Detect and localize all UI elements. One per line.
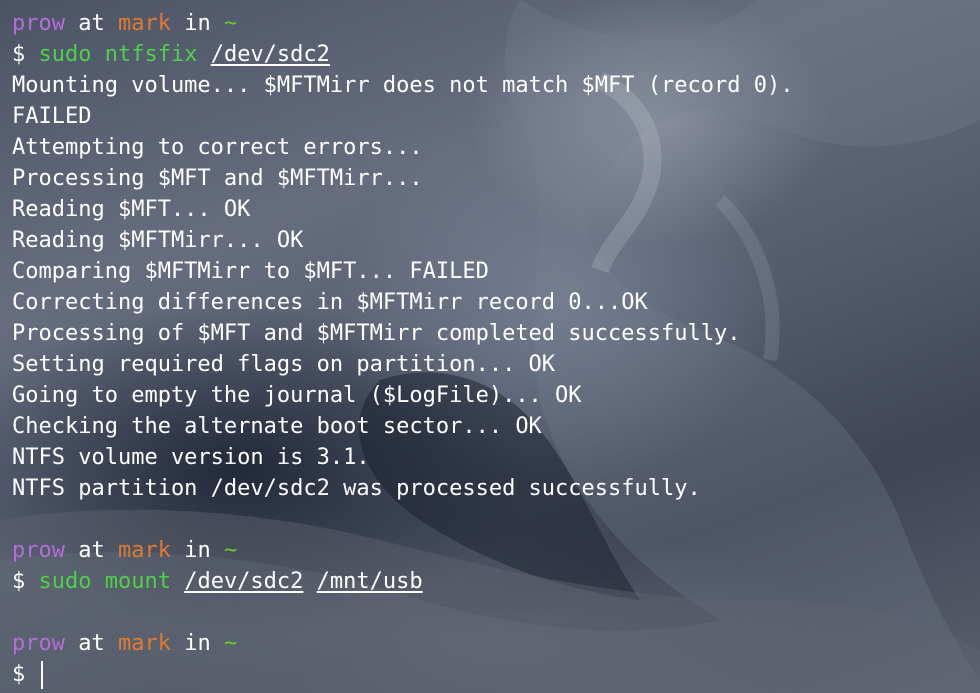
- prompt-user: prow: [12, 631, 65, 656]
- output-line: Comparing $MFTMirr to $MFT... FAILED: [12, 259, 489, 284]
- command-line: $ sudo mount /dev/sdc2 /mnt/usb: [12, 566, 980, 597]
- prompt-user: prow: [12, 538, 65, 563]
- output-line: Setting required flags on partition... O…: [12, 352, 556, 377]
- prompt-user: prow: [12, 11, 65, 36]
- command-name: sudo ntfsfix: [38, 42, 198, 67]
- prompt-host: mark: [117, 631, 171, 656]
- prompt-symbol: $: [12, 662, 26, 687]
- output-line: Reading $MFTMirr... OK: [12, 228, 304, 253]
- prompt-at: at: [78, 538, 105, 563]
- prompt-at: at: [78, 11, 105, 36]
- command-arg-path: /dev/sdc2: [184, 569, 304, 594]
- command-line: $ sudo ntfsfix /dev/sdc2: [12, 39, 980, 70]
- output-line: Correcting differences in $MFTMirr recor…: [12, 290, 648, 315]
- prompt-symbol: $: [12, 42, 26, 67]
- output-line: Mounting volume... $MFTMirr does not mat…: [12, 73, 794, 98]
- prompt-dir: ~: [223, 631, 238, 656]
- terminal-window[interactable]: prow at mark in ~ $ sudo ntfsfix /dev/sd…: [12, 8, 980, 693]
- prompt-line: prow at mark in ~: [12, 535, 980, 566]
- output-line: NTFS partition /dev/sdc2 was processed s…: [12, 476, 701, 501]
- prompt-dir: ~: [223, 538, 238, 563]
- output-line: FAILED: [12, 104, 92, 129]
- prompt-in: in: [184, 538, 211, 563]
- prompt-line: prow at mark in ~: [12, 8, 980, 39]
- output-line: Going to empty the journal ($LogFile)...…: [12, 383, 582, 408]
- prompt-line: prow at mark in ~: [12, 628, 980, 659]
- output-line: NTFS volume version is 3.1.: [12, 445, 370, 470]
- active-command-line[interactable]: $: [12, 659, 980, 690]
- command-name: sudo mount: [38, 569, 171, 594]
- prompt-in: in: [184, 631, 211, 656]
- output-line: Checking the alternate boot sector... OK: [12, 414, 542, 439]
- output-line: Processing $MFT and $MFTMirr...: [12, 166, 423, 191]
- prompt-at: at: [78, 631, 105, 656]
- prompt-symbol: $: [12, 569, 26, 594]
- prompt-host: mark: [117, 538, 171, 563]
- prompt-host: mark: [117, 11, 171, 36]
- prompt-dir: ~: [223, 11, 238, 36]
- text-cursor[interactable]: [40, 661, 43, 689]
- output-line: Reading $MFT... OK: [12, 197, 251, 222]
- output-line: Attempting to correct errors...: [12, 135, 423, 160]
- output-line: Processing of $MFT and $MFTMirr complete…: [12, 321, 741, 346]
- command-arg-path: /mnt/usb: [316, 569, 423, 594]
- prompt-in: in: [184, 11, 211, 36]
- command-arg-path: /dev/sdc2: [210, 42, 330, 67]
